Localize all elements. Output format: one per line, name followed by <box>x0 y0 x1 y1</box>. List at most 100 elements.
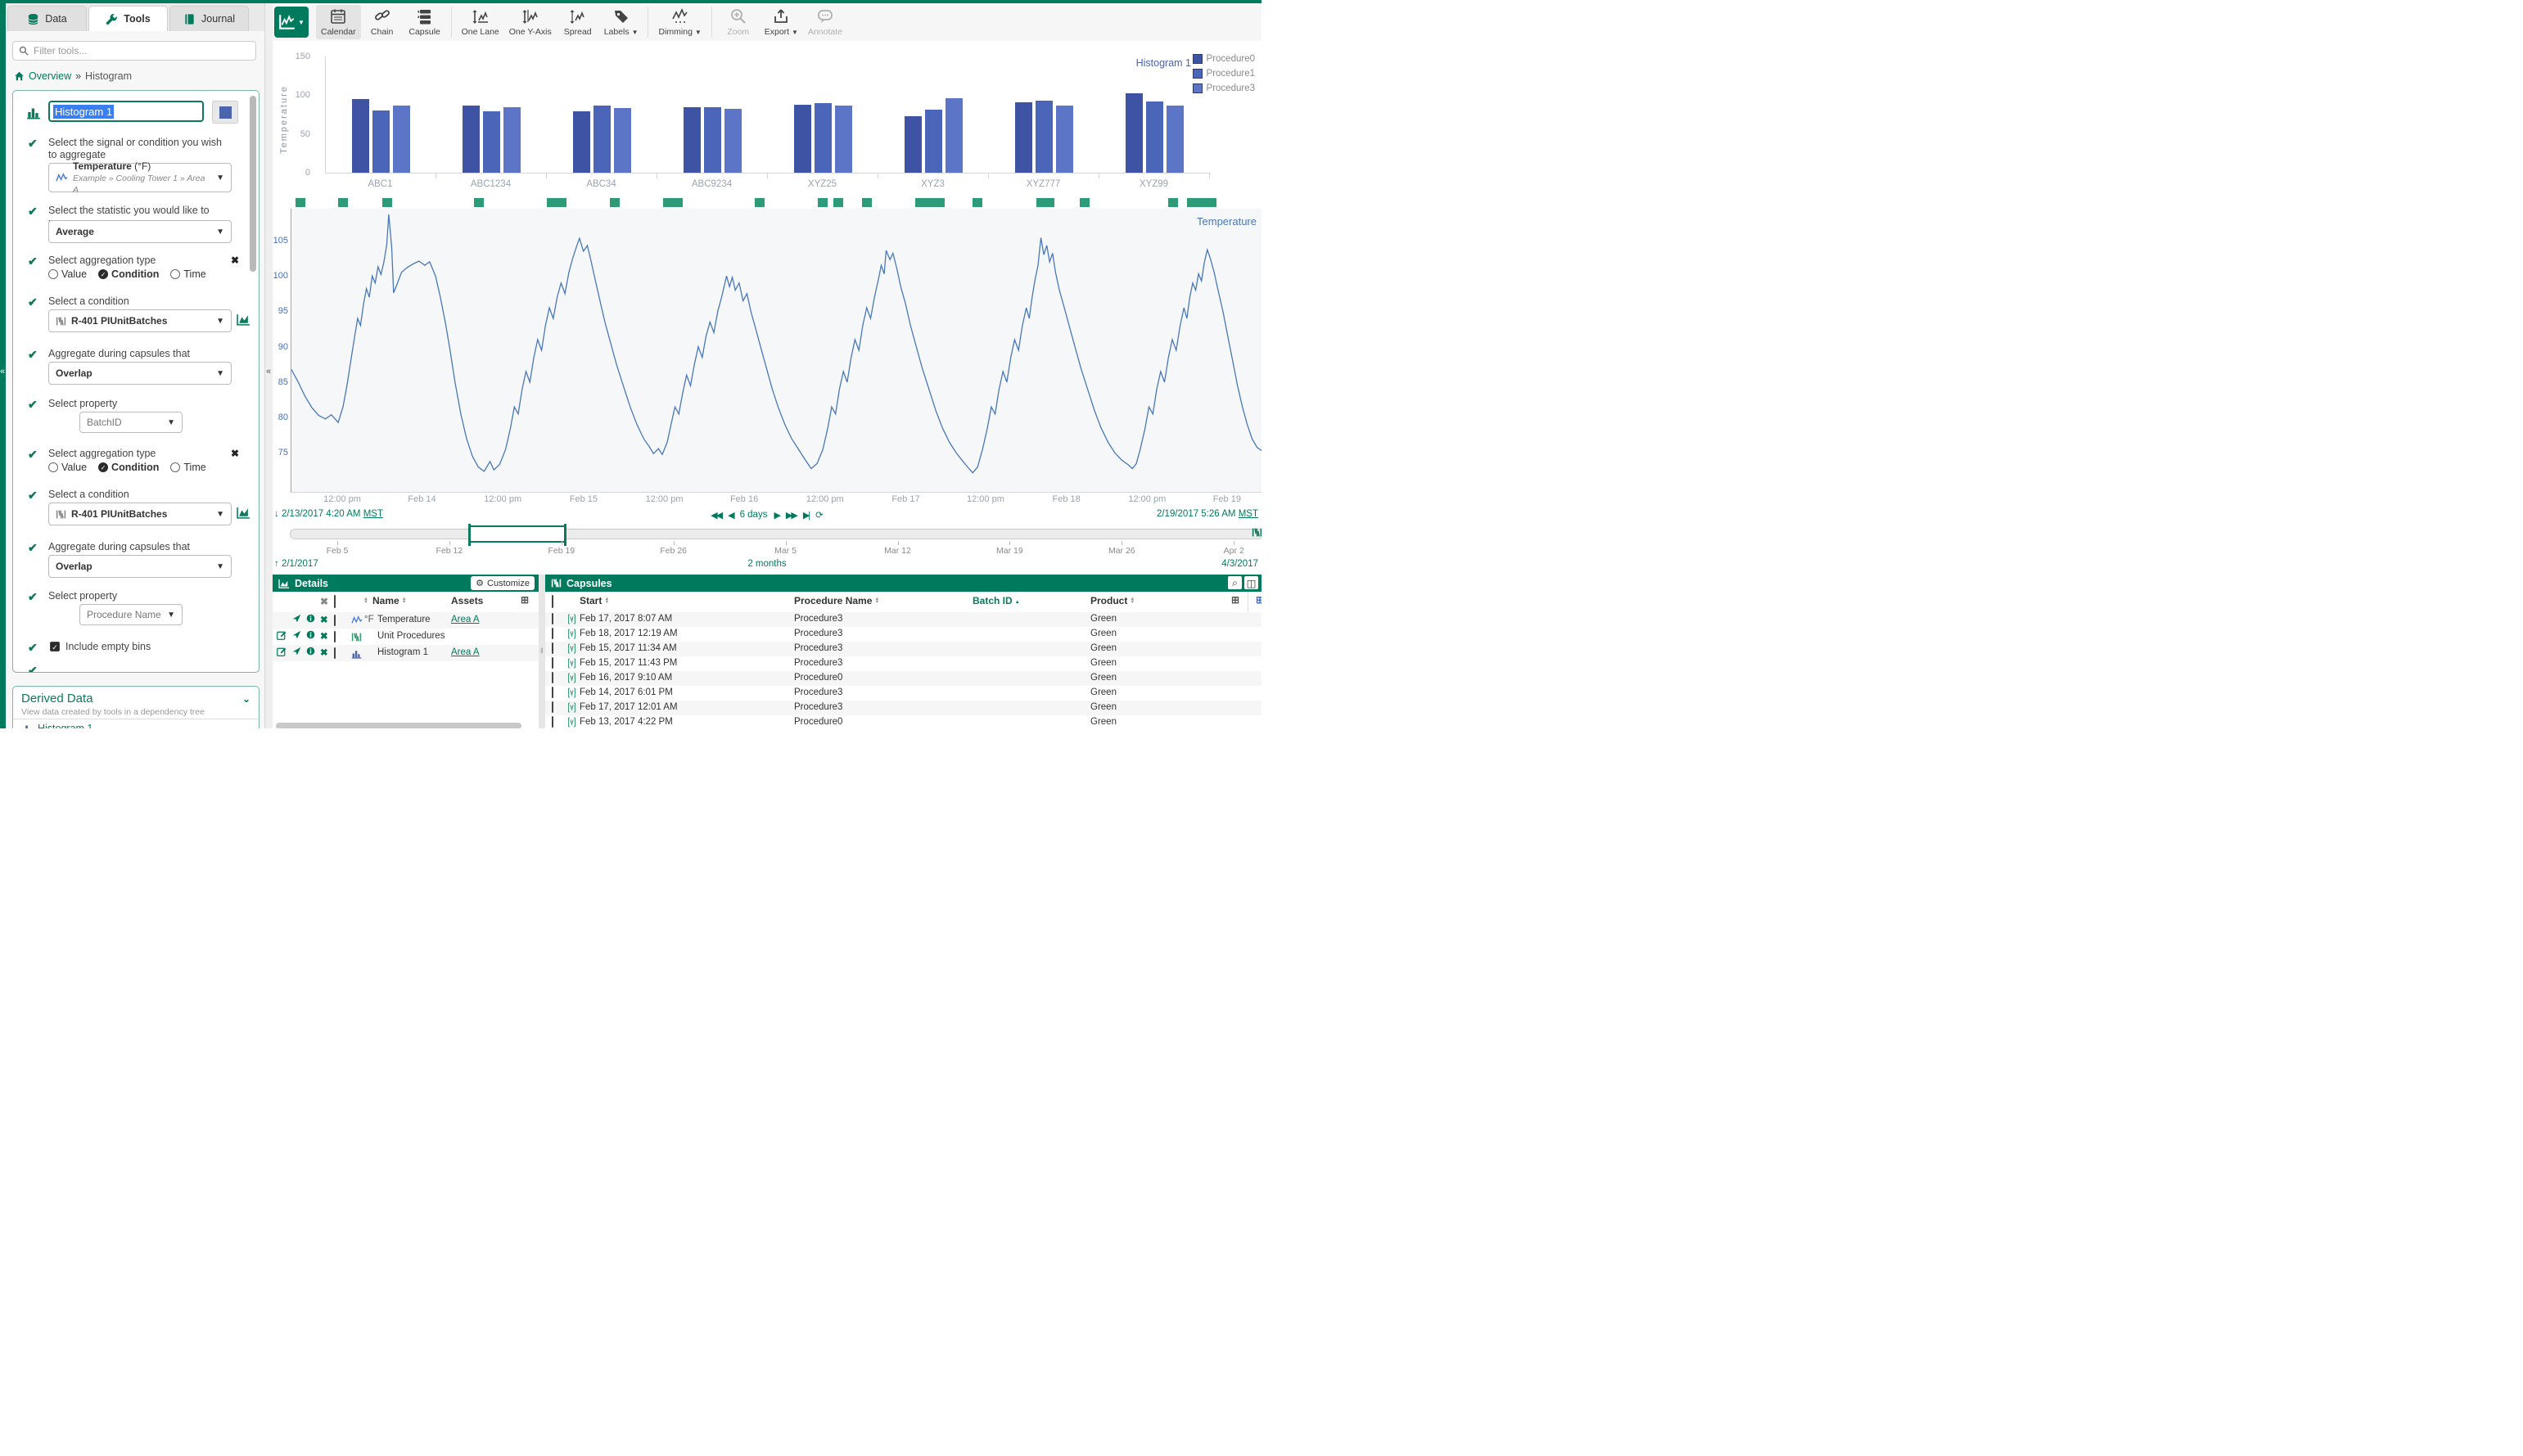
row-checkbox[interactable] <box>552 629 553 638</box>
row-checkbox[interactable] <box>552 717 553 727</box>
histogram-bar[interactable] <box>794 105 811 173</box>
color-swatch-button[interactable] <box>212 101 238 124</box>
row-name[interactable]: Unit Procedures <box>377 631 445 641</box>
step-back-fast-icon[interactable]: ◀◀ <box>711 510 721 521</box>
capsule-marker[interactable] <box>673 198 683 207</box>
histogram-bar[interactable] <box>614 108 631 173</box>
row-name[interactable]: Histogram 1 <box>377 647 428 657</box>
toolbar-labels-button[interactable]: Labels ▼ <box>599 5 643 39</box>
details-col-assets[interactable]: Assets <box>451 595 483 606</box>
details-row[interactable]: ✖°FTemperatureArea A <box>273 612 539 629</box>
radio-time[interactable]: Time <box>170 462 205 473</box>
capsule-marker[interactable] <box>862 198 872 207</box>
row-checkbox[interactable] <box>552 702 553 712</box>
scrubber-handle-right[interactable] <box>564 524 566 546</box>
capsule-marker[interactable] <box>935 198 945 207</box>
histogram-bar[interactable] <box>684 107 701 173</box>
row-checkbox[interactable] <box>334 648 336 658</box>
property-select-1[interactable]: BatchID▼ <box>79 412 183 433</box>
capsule-marker[interactable] <box>610 198 620 207</box>
legend-item[interactable]: Procedure3 <box>1193 83 1255 93</box>
capsule-marker[interactable] <box>382 198 392 207</box>
remove-step-icon[interactable]: ✖ <box>231 448 239 459</box>
row-checkbox[interactable] <box>552 687 553 697</box>
capsules-row[interactable]: Feb 15, 2017 11:34 AMProcedure3Green <box>545 642 1262 656</box>
capsules-row[interactable]: Feb 13, 2017 4:22 PMProcedure0Green <box>545 715 1262 728</box>
trend-chart[interactable]: Temperature <box>291 209 1262 493</box>
view-histogram-icon[interactable] <box>237 507 250 519</box>
histogram-bar[interactable] <box>503 107 521 173</box>
condition-select-1[interactable]: R-401 PIUnitBatches▼ <box>48 309 232 332</box>
radio-value[interactable]: Value <box>48 268 87 280</box>
capsules-row[interactable]: Feb 17, 2017 8:07 AMProcedure3Green <box>545 612 1262 627</box>
aggregation-type-radios[interactable]: Value✓ConditionTime <box>48 268 206 280</box>
collapse-left-icon[interactable]: « <box>0 367 5 376</box>
capsules-row[interactable]: Feb 15, 2017 11:43 PMProcedure3Green <box>545 656 1262 671</box>
histogram-bar[interactable] <box>1056 106 1073 173</box>
signal-select[interactable]: Temperature (°F)Example » Cooling Tower … <box>48 163 232 192</box>
capsules-select-all-checkbox[interactable] <box>552 596 553 607</box>
histogram-bar[interactable] <box>594 106 611 173</box>
radio-time[interactable]: Time <box>170 268 205 280</box>
capsules-panel-icon[interactable]: ◫ <box>1244 576 1258 589</box>
range-duration[interactable]: 6 days <box>740 510 768 520</box>
histogram-bar[interactable] <box>905 116 922 173</box>
time-scrubber-track[interactable] <box>290 529 1262 539</box>
send-icon[interactable] <box>292 614 301 623</box>
capsule-marker[interactable] <box>973 198 982 207</box>
radio-value[interactable]: Value <box>48 462 87 473</box>
histogram-bar[interactable] <box>815 103 832 173</box>
toolbar-chain-button[interactable]: Chain <box>361 5 404 39</box>
capsule-marker[interactable] <box>338 198 348 207</box>
capsule-marker[interactable] <box>1045 198 1054 207</box>
capsule-marker[interactable] <box>755 198 765 207</box>
collapse-sidebar-icon[interactable]: « <box>266 367 271 376</box>
capsule-lane[interactable] <box>291 198 1262 208</box>
details-h-scrollbar[interactable] <box>276 723 521 728</box>
row-checkbox[interactable] <box>552 643 553 653</box>
row-asset-link[interactable]: Area A <box>451 615 480 624</box>
capsule-marker[interactable] <box>1080 198 1090 207</box>
histogram-bar[interactable] <box>704 107 721 173</box>
capsules-zoom-icon[interactable]: ⌕ <box>1228 576 1242 589</box>
histogram-bar[interactable] <box>352 99 369 173</box>
derived-item-histogram[interactable]: Histogram 1 <box>21 723 93 728</box>
capsule-marker[interactable] <box>1187 198 1197 207</box>
row-asset-link[interactable]: Area A <box>451 647 480 657</box>
investigate-end[interactable]: 4/3/2017 <box>1221 559 1258 569</box>
toolbar-dimming-button[interactable]: Dimming ▼ <box>653 5 706 39</box>
customize-button[interactable]: ⚙ Customize <box>471 576 535 590</box>
remove-icon[interactable]: ✖ <box>320 647 328 658</box>
histogram-bar[interactable] <box>925 110 942 173</box>
histogram-bar[interactable] <box>1167 106 1184 173</box>
row-name[interactable]: Temperature <box>377 615 431 624</box>
scrubber-handle-left[interactable] <box>468 524 471 546</box>
edit-icon[interactable] <box>277 630 287 640</box>
investigate-start[interactable]: ↑ 2/1/2017 <box>274 559 318 569</box>
histogram-bar[interactable] <box>1126 93 1143 174</box>
property-select-2[interactable]: Procedure Name▼ <box>79 604 183 625</box>
row-checkbox[interactable] <box>334 632 336 642</box>
histogram-bar[interactable] <box>835 106 852 173</box>
capsules-row[interactable]: Feb 16, 2017 9:10 AMProcedure0Green <box>545 671 1262 686</box>
capsules-col-batch[interactable]: Batch ID▲ <box>973 595 1020 606</box>
row-checkbox[interactable] <box>334 615 336 625</box>
capsule-marker[interactable] <box>1168 198 1178 207</box>
edit-icon[interactable] <box>277 647 287 656</box>
info-icon[interactable] <box>306 647 315 656</box>
range-end[interactable]: 2/19/2017 5:26 AM MST <box>1157 509 1258 519</box>
toolbar-capsule-button[interactable]: Capsule <box>404 5 446 39</box>
toolbar-export-button[interactable]: Export ▼ <box>760 5 803 39</box>
sort-type-icon[interactable]: ▲▼ <box>361 595 368 606</box>
remove-icon[interactable]: ✖ <box>320 630 328 642</box>
tab-journal[interactable]: Journal <box>169 6 249 31</box>
toolbar-one-y-axis-button[interactable]: One Y-Axis <box>504 5 557 39</box>
capsule-marker[interactable] <box>547 198 557 207</box>
panel-splitter[interactable]: ‖ <box>539 575 545 728</box>
filter-tools-input[interactable]: Filter tools... <box>12 41 256 61</box>
legend-item[interactable]: Procedure1 <box>1193 69 1255 79</box>
tool-name-input[interactable]: Histogram 1 <box>48 101 204 122</box>
histogram-bar[interactable] <box>372 110 390 173</box>
range-start[interactable]: ↓ 2/13/2017 4:20 AM MST <box>274 509 383 519</box>
histogram-bar[interactable] <box>483 111 500 173</box>
